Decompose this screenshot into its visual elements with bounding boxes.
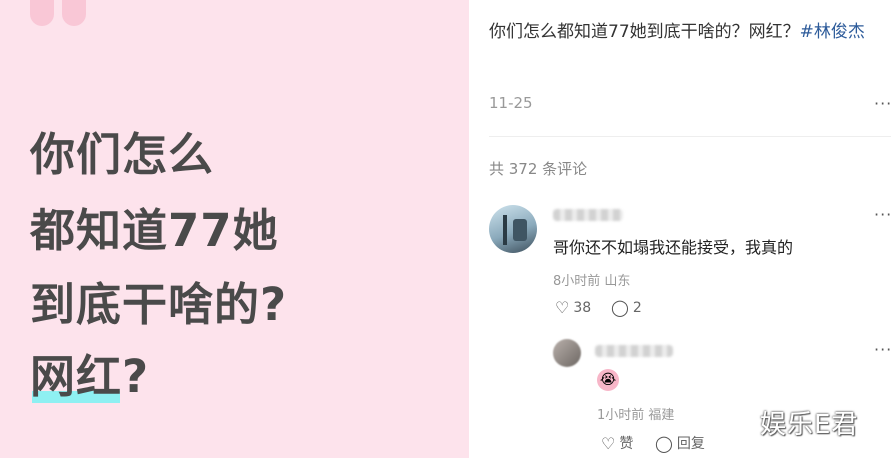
comment-bubble-icon: ◯ [655, 433, 673, 453]
reply-like-button[interactable]: ♡ 赞 [601, 433, 633, 453]
reply-meta: 1小时前 福建 [597, 408, 675, 423]
comment-text: 哥你还不如塌我还能接受，我真的 [553, 238, 794, 257]
avatar[interactable] [489, 205, 537, 253]
watermark: 娱乐E君 [760, 410, 859, 440]
reply-button[interactable]: ◯ 2 [611, 298, 642, 317]
post-title-text: 你们怎么都知道77她到底干啥的？网红？ [489, 22, 800, 42]
poster-image: 你们怎么 都知道77她 到底干啥的? 网红? [0, 0, 469, 458]
comment-meta: 8小时前 山东 [553, 274, 631, 289]
divider [489, 136, 891, 137]
crying-emoji-icon: 😭 [597, 369, 619, 391]
reply-more-icon[interactable]: ··· [874, 340, 891, 359]
comment-bubble-icon: ◯ [611, 298, 629, 317]
post-more-icon[interactable]: ··· [874, 94, 891, 113]
poster-line-2: 都知道77她 [30, 204, 279, 257]
reply-reply-button[interactable]: ◯ 回复 [655, 433, 705, 453]
comments-panel: 你们怎么都知道77她到底干啥的？网红？#林俊杰 11-25 ··· 共 372 … [469, 0, 891, 458]
poster-line-3: 到底干啥的? [30, 278, 288, 331]
poster-highlight-suffix: ? [122, 350, 150, 403]
like-count: 38 [573, 299, 592, 316]
quote-mark-icon [30, 0, 88, 28]
post-date: 11-25 [489, 94, 533, 112]
comment-more-icon[interactable]: ··· [874, 205, 891, 224]
poster-line-1: 你们怎么 [30, 128, 215, 181]
heart-icon: ♡ [601, 433, 616, 453]
post-tag-link[interactable]: #林俊杰 [800, 22, 865, 42]
reply-avatar[interactable] [553, 339, 581, 367]
reply-count: 2 [632, 299, 642, 316]
post-title: 你们怎么都知道77她到底干啥的？网红？#林俊杰 [489, 18, 889, 47]
comment-count: 共 372 条评论 [489, 160, 588, 178]
heart-icon: ♡ [555, 298, 570, 317]
username-blurred[interactable] [553, 209, 623, 221]
like-button[interactable]: ♡ 38 [555, 298, 591, 317]
reply-username-blurred[interactable] [595, 345, 673, 357]
reply-label: 回复 [676, 436, 705, 452]
poster-line-4: 网红? [30, 340, 149, 405]
poster-highlight: 网红 [30, 340, 122, 405]
like-label: 赞 [619, 436, 634, 452]
